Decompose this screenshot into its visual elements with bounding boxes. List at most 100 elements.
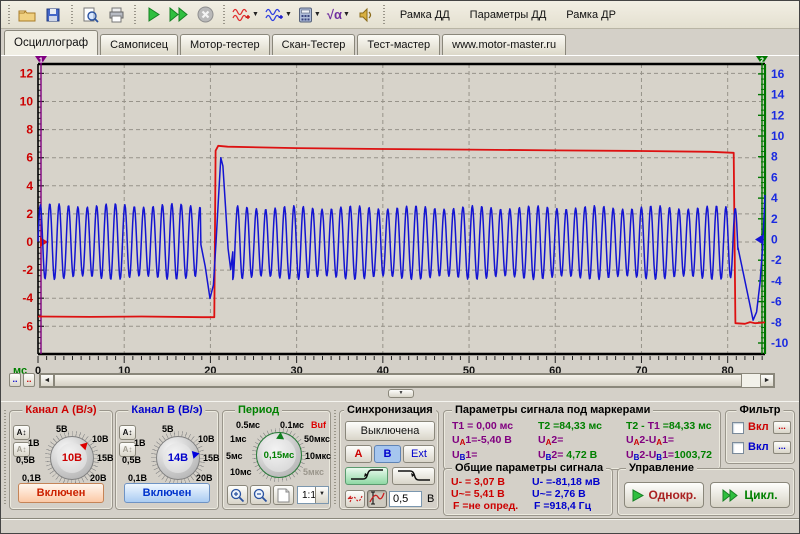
- dropdown-arrow-icon[interactable]: ▼: [285, 11, 292, 18]
- chevron-down-icon[interactable]: ▼: [315, 487, 328, 503]
- dial-label: 10мкс: [305, 451, 331, 461]
- svg-text:10: 10: [771, 129, 785, 143]
- frame-dd-button[interactable]: Рамка ДД: [390, 4, 460, 26]
- filter-a-label: Вкл: [748, 421, 769, 433]
- tab-test-master[interactable]: Тест-мастер: [357, 34, 440, 55]
- sync-falling-edge-button[interactable]: [392, 467, 435, 485]
- run-cycle-button[interactable]: Цикл.: [710, 482, 790, 508]
- scroll-right-arrow[interactable]: ►: [760, 374, 774, 387]
- open-file-button[interactable]: [14, 3, 40, 27]
- toolbar-grip[interactable]: [6, 5, 11, 25]
- zoom-in-icon: [230, 488, 245, 503]
- filter-b-settings-button[interactable]: ...: [773, 441, 791, 454]
- sync-source-ext-button[interactable]: Ext: [403, 445, 435, 463]
- dial-label: 10мс: [230, 467, 252, 477]
- zoom-in-button[interactable]: [227, 485, 248, 505]
- sync-level-mode-button[interactable]: [367, 490, 387, 508]
- sync-level-input[interactable]: [389, 491, 422, 507]
- run-once-toolbar-button[interactable]: [140, 3, 166, 27]
- filter-a-settings-button[interactable]: ...: [773, 421, 791, 434]
- dial-label: 0.1мс: [280, 420, 304, 430]
- dial-label: 0,1В: [22, 473, 41, 483]
- speaker-icon: [358, 7, 374, 23]
- sync-title: Синхронизация: [344, 404, 436, 416]
- period-knob[interactable]: 0,15мс: [256, 432, 302, 478]
- dial-label: 1мс: [230, 434, 247, 444]
- dropdown-arrow-icon[interactable]: ▼: [314, 11, 321, 18]
- toolbar-grip[interactable]: [221, 5, 226, 25]
- oscilloscope-plot[interactable]: 01020304050607080мс121086420-2-4-6161412…: [1, 56, 800, 374]
- channel-a-signal-button[interactable]: ▼: [229, 3, 262, 27]
- fast-forward-icon: [722, 489, 739, 502]
- toolbar-grip[interactable]: [69, 5, 74, 25]
- ua1-value: UА1=-5,40 В: [452, 434, 538, 450]
- svg-text:2: 2: [771, 212, 778, 226]
- sync-source-a-button[interactable]: А: [345, 445, 372, 463]
- sync-source-b-button[interactable]: В: [374, 445, 401, 463]
- scroll-left-arrow[interactable]: ◄: [40, 374, 54, 387]
- save-icon: [45, 7, 61, 23]
- run-once-label: Однокр.: [649, 488, 697, 502]
- channel-b-enabled-button[interactable]: Включен: [124, 483, 210, 503]
- dial-label: 10В: [198, 434, 215, 444]
- period-pointer: [256, 432, 303, 479]
- tab-website[interactable]: www.motor-master.ru: [442, 34, 566, 55]
- app-window: ▼ ▼ ▼ √α ▼: [0, 0, 800, 534]
- panel-grip[interactable]: [333, 410, 337, 506]
- params-dd-button[interactable]: Параметры ДД: [460, 4, 557, 26]
- toolbar-grip[interactable]: [382, 5, 387, 25]
- sync-rising-edge-button[interactable]: [345, 467, 388, 485]
- panel-collapse-button[interactable]: ▼: [388, 389, 414, 398]
- print-button[interactable]: [103, 3, 129, 27]
- save-button[interactable]: [40, 3, 66, 27]
- filter-group: Фильтр Вкл ... Вкл ...: [725, 410, 795, 464]
- sqrt-alpha-icon: √α: [327, 7, 342, 22]
- dial-label: 15В: [97, 453, 114, 463]
- sync-state-button[interactable]: Выключена: [345, 421, 435, 441]
- tab-recorder[interactable]: Самописец: [100, 34, 178, 55]
- print-preview-button[interactable]: [77, 3, 103, 27]
- filter-b-checkbox[interactable]: [732, 442, 744, 454]
- sync-pulse-mode-button[interactable]: [345, 490, 365, 508]
- common-params-title: Общие параметры сигнала: [452, 462, 606, 474]
- svg-text:2: 2: [26, 207, 33, 221]
- panel-grip[interactable]: [3, 410, 7, 506]
- svg-text:8: 8: [771, 150, 778, 164]
- tab-bar: Осциллограф Самописец Мотор-тестер Скан-…: [1, 30, 799, 56]
- svg-text:6: 6: [26, 151, 33, 165]
- dial-label: 0,5В: [122, 455, 141, 465]
- svg-text:14: 14: [771, 88, 785, 102]
- tab-oscilloscope[interactable]: Осциллограф: [4, 30, 98, 55]
- scrollbar-thumb[interactable]: [54, 374, 742, 387]
- svg-text:8: 8: [26, 123, 33, 137]
- dropdown-arrow-icon[interactable]: ▼: [343, 11, 350, 18]
- filter-a-checkbox[interactable]: [732, 422, 744, 434]
- udc-a-value: U- = 3,07 В: [451, 476, 505, 488]
- calculator-button[interactable]: ▼: [295, 3, 324, 27]
- tab-motor-tester[interactable]: Мотор-тестер: [180, 34, 270, 55]
- toolbar-grip[interactable]: [132, 5, 137, 25]
- new-page-button[interactable]: [273, 485, 294, 505]
- zoom-ratio-value: 1:1: [302, 490, 316, 501]
- freq-b-value: F =918,4 Гц: [534, 500, 591, 512]
- horizontal-scrollbar[interactable]: ◄ ►: [39, 373, 775, 388]
- run-cycle-toolbar-button[interactable]: [166, 3, 192, 27]
- math-functions-button[interactable]: √α ▼: [324, 3, 353, 27]
- zoom-ratio-select[interactable]: 1:1 ▼: [297, 486, 329, 504]
- channel-a-knob[interactable]: 10В: [50, 436, 94, 480]
- run-once-button[interactable]: Однокр.: [624, 482, 704, 508]
- channel-a-group: Канал А (В/э) А↕ А↕ 10В 0,1В 0,5В 1В 5В …: [9, 410, 113, 510]
- common-params-group: Общие параметры сигнала U- = 3,07 В U~= …: [443, 468, 613, 516]
- zoom-out-button[interactable]: [250, 485, 271, 505]
- marker-params-group: Параметры сигнала под маркерами T1 = 0,0…: [443, 410, 721, 470]
- channel-b-knob[interactable]: 14В: [156, 436, 200, 480]
- stop-button[interactable]: [192, 3, 218, 27]
- sound-button[interactable]: [353, 3, 379, 27]
- marker-a-button[interactable]: ..: [23, 373, 35, 387]
- frame-dr-button[interactable]: Рамка ДР: [556, 4, 626, 26]
- channel-b-signal-button[interactable]: ▼: [262, 3, 295, 27]
- marker-b-button[interactable]: ..: [9, 373, 21, 387]
- channel-a-enabled-button[interactable]: Включен: [18, 483, 104, 503]
- dropdown-arrow-icon[interactable]: ▼: [252, 11, 259, 18]
- tab-scan-tester[interactable]: Скан-Тестер: [272, 34, 356, 55]
